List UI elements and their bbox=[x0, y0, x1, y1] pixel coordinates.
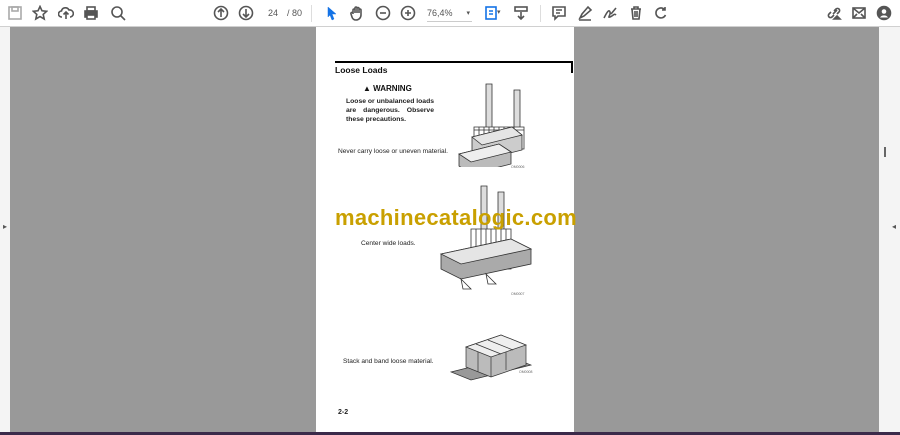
save-icon[interactable] bbox=[5, 3, 25, 23]
chevron-left-icon: ◂ bbox=[892, 222, 897, 231]
hand-tool-icon[interactable] bbox=[347, 3, 367, 23]
email-icon[interactable] bbox=[849, 3, 869, 23]
warning-text: Loose or unbalanced loads are dangerous.… bbox=[346, 98, 434, 123]
delete-trash-icon[interactable] bbox=[626, 3, 646, 23]
rotate-icon[interactable] bbox=[651, 3, 671, 23]
next-page-icon[interactable] bbox=[236, 3, 256, 23]
toolbar: 24 / 80 76,4% ▾ ▾ bbox=[0, 0, 900, 27]
warning-triangle-icon: ▲ bbox=[363, 84, 374, 93]
watermark: machinecatalogic.com bbox=[335, 205, 577, 230]
caption: Never carry loose or uneven material. bbox=[338, 148, 448, 155]
divider bbox=[540, 5, 541, 22]
page-footer-number: 2-2 bbox=[338, 409, 349, 416]
scrollbar-thumb[interactable] bbox=[884, 147, 886, 157]
zoom-level-select[interactable]: 76,4% ▾ bbox=[427, 5, 472, 22]
forklift-loose-load-illustration bbox=[458, 83, 525, 167]
chevron-down-icon: ▾ bbox=[466, 10, 470, 17]
select-cursor-icon[interactable] bbox=[322, 3, 342, 23]
figure-label: OM0008 bbox=[519, 370, 533, 374]
right-panel-toggle[interactable]: ◂ bbox=[890, 27, 900, 432]
zoom-level-value: 76,4% bbox=[427, 8, 453, 18]
warning-label: WARNING bbox=[373, 84, 412, 93]
bookmark-star-icon[interactable] bbox=[30, 3, 50, 23]
previous-page-icon[interactable] bbox=[211, 3, 231, 23]
page-total: / 80 bbox=[287, 8, 303, 18]
page-number-input[interactable]: 24 bbox=[262, 6, 284, 21]
zoom-out-icon[interactable] bbox=[373, 3, 393, 23]
section-title: Loose Loads bbox=[335, 65, 388, 75]
vertical-scrollbar[interactable] bbox=[879, 27, 891, 432]
print-icon[interactable] bbox=[81, 3, 101, 23]
account-icon[interactable] bbox=[874, 3, 894, 23]
figure-label: OM0007 bbox=[511, 292, 525, 296]
figure-label: OM0006 bbox=[511, 165, 525, 169]
divider bbox=[311, 5, 312, 22]
header-rule-corner bbox=[571, 61, 573, 73]
scroll-mode-icon[interactable] bbox=[511, 3, 531, 23]
search-icon[interactable] bbox=[108, 3, 128, 23]
forklift-stacked-load-illustration bbox=[449, 334, 533, 381]
comment-icon[interactable] bbox=[549, 3, 569, 23]
highlight-pen-icon[interactable] bbox=[575, 3, 595, 23]
warning-heading: ▲ WARNING bbox=[363, 84, 412, 93]
upload-cloud-icon[interactable] bbox=[56, 3, 76, 23]
forklift-wide-load-illustration bbox=[439, 185, 533, 290]
header-rule bbox=[335, 61, 573, 63]
caption: Center wide loads. bbox=[361, 240, 416, 247]
sign-icon[interactable] bbox=[600, 3, 620, 23]
chevron-right-icon: ▸ bbox=[3, 222, 8, 231]
left-panel-toggle[interactable]: ▸ bbox=[0, 27, 10, 432]
zoom-in-icon[interactable] bbox=[398, 3, 418, 23]
share-link-icon[interactable] bbox=[824, 3, 844, 23]
caption: Stack and band loose material. bbox=[343, 358, 434, 365]
chevron-down-icon[interactable]: ▾ bbox=[497, 8, 501, 16]
